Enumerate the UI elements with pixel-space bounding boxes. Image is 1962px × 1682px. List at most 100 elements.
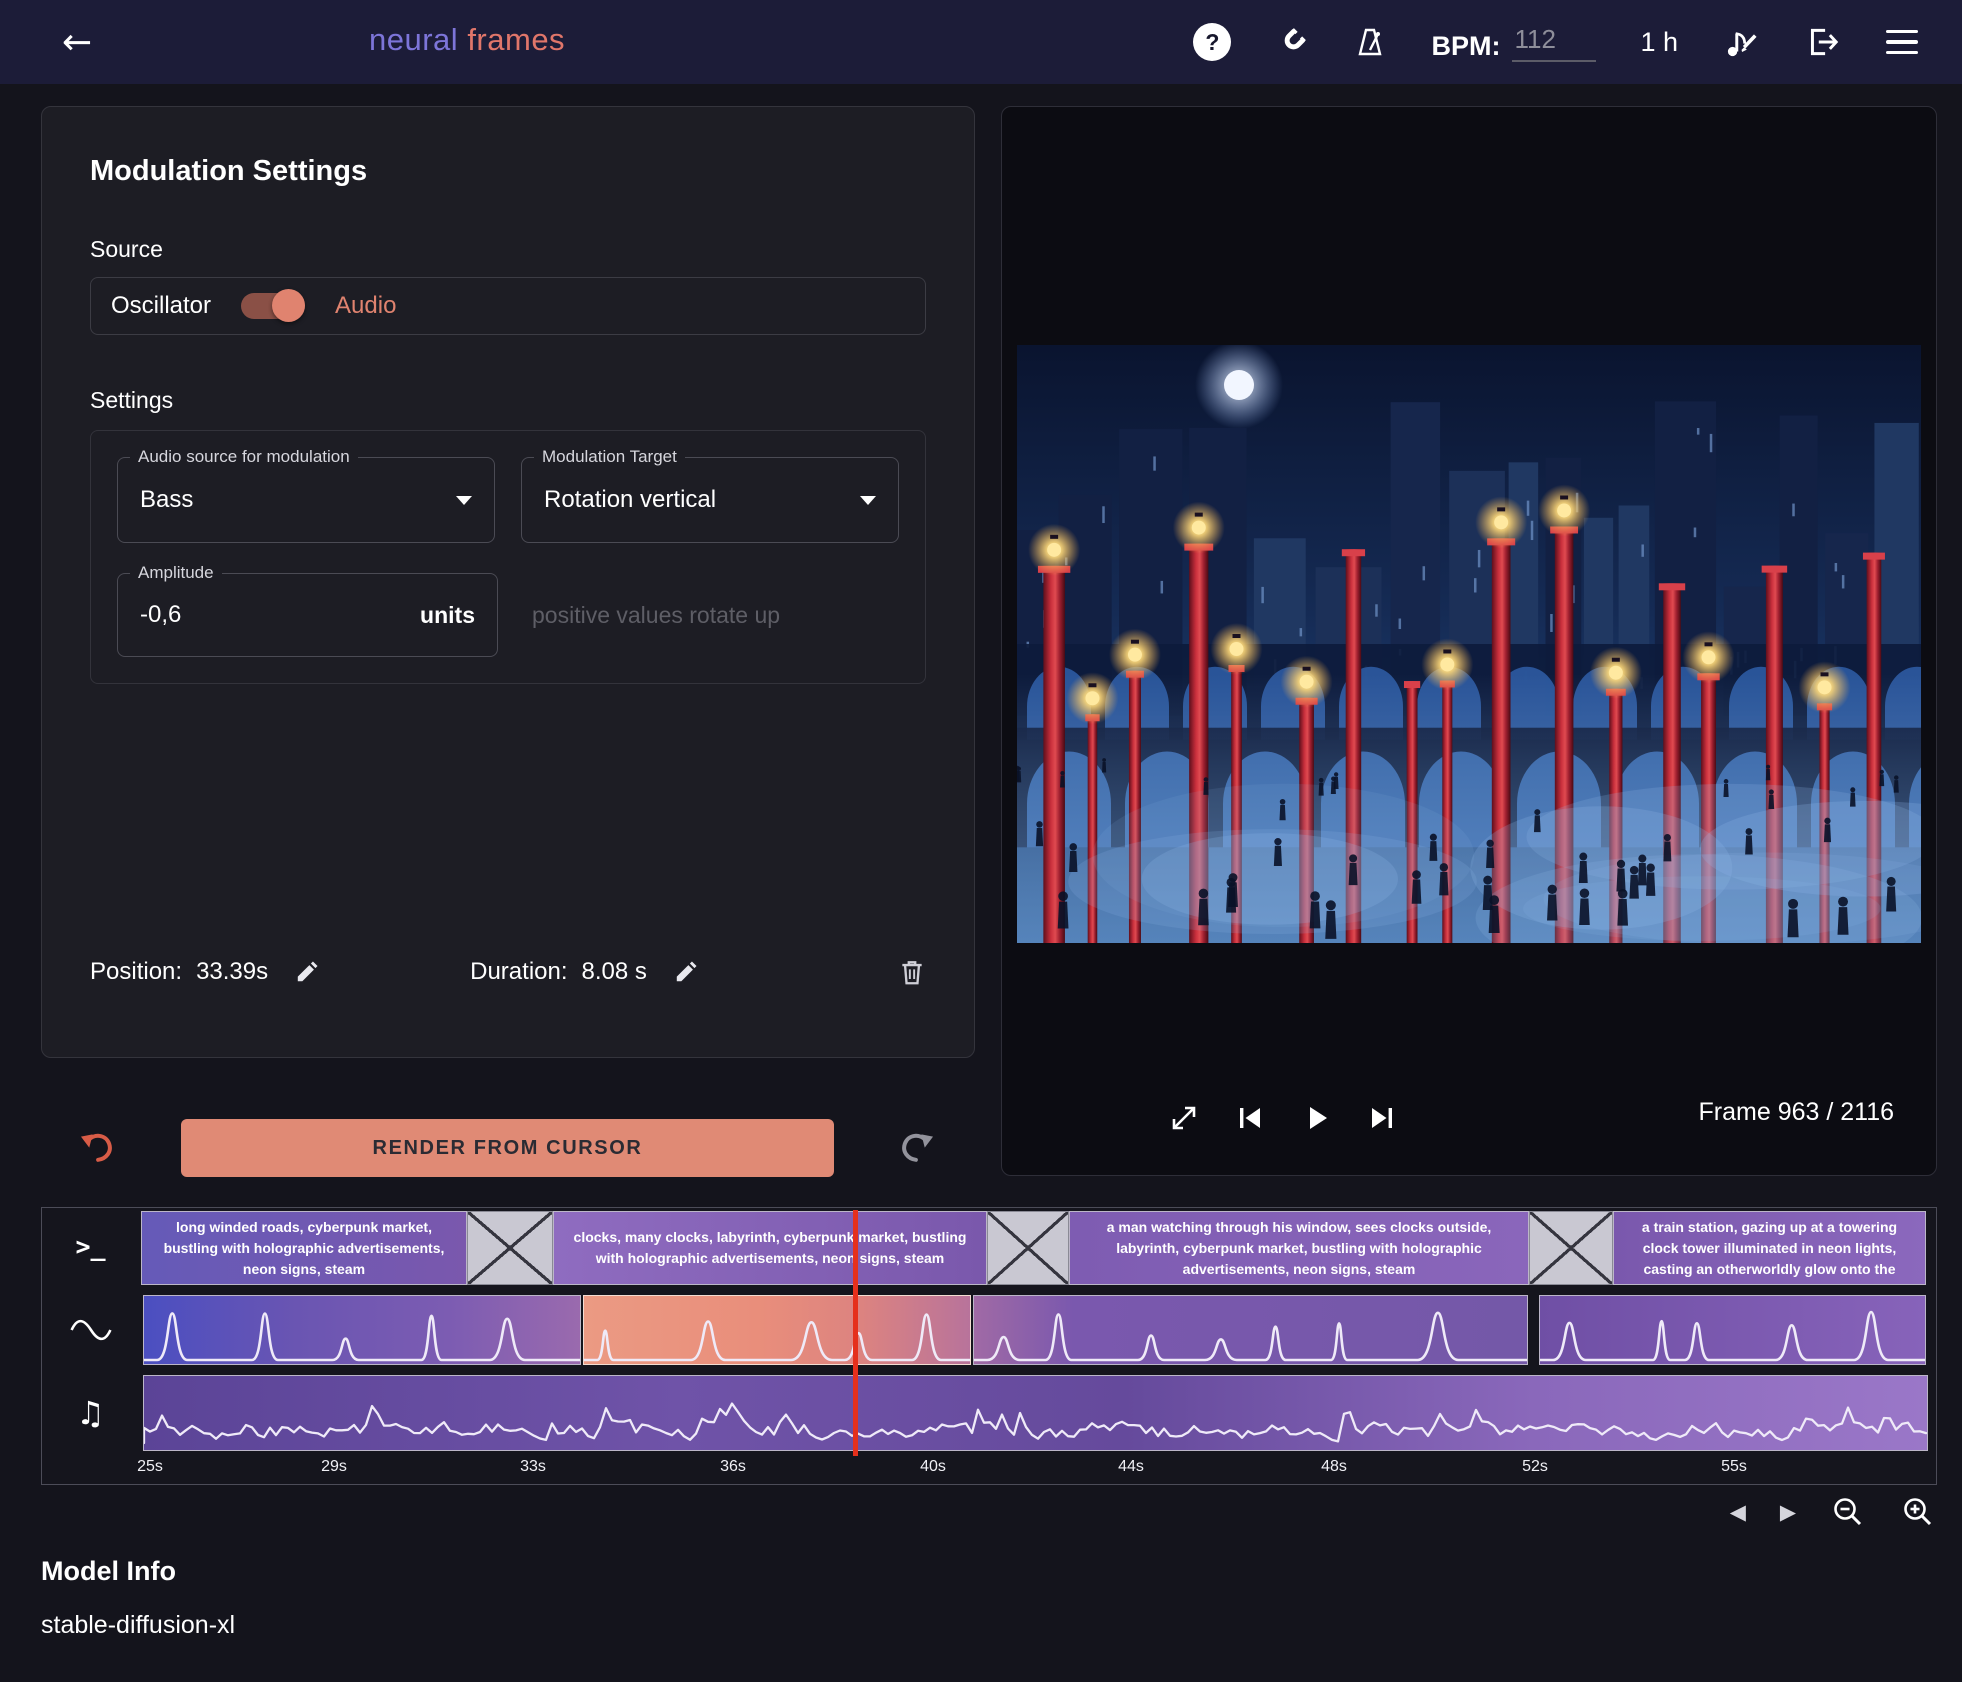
prompt-clip-text: a man watching through his window, sees … (1080, 1217, 1518, 1280)
play-icon[interactable] (1299, 1101, 1333, 1135)
zoom-out-icon[interactable] (1830, 1494, 1866, 1530)
crossfade-clip[interactable] (1529, 1211, 1613, 1285)
undo-icon (76, 1126, 118, 1166)
modulation-target-value: Rotation vertical (544, 486, 716, 514)
amplitude-unit: units (420, 602, 475, 629)
model-name: stable-diffusion-xl (41, 1611, 235, 1640)
modulation-clip[interactable] (1539, 1295, 1926, 1365)
crossfade-clip[interactable] (987, 1211, 1069, 1285)
app-logo: neural frames (369, 22, 565, 58)
prompt-clip[interactable]: clocks, many clocks, labyrinth, cyberpun… (553, 1211, 987, 1285)
amplitude-label: Amplitude (130, 563, 222, 583)
render-time-remaining: 1 h (1640, 27, 1678, 58)
settings-group: Audio source for modulation Bass Modulat… (90, 430, 926, 684)
modulation-target-dropdown[interactable]: Modulation Target Rotation vertical (521, 457, 899, 543)
crossfade-clip[interactable] (467, 1211, 553, 1285)
frame-counter: Frame 963 / 2116 (1699, 1098, 1894, 1127)
video-preview-panel: Frame 963 / 2116 (1001, 106, 1937, 1176)
skip-to-start-icon[interactable] (1233, 1101, 1267, 1135)
edit-soundtrack-icon[interactable] (1722, 23, 1760, 61)
logo-text-neural: neural (369, 22, 458, 57)
modulation-settings-panel: Modulation Settings Source Oscillator Au… (41, 106, 975, 1058)
time-label: 44s (1118, 1458, 1144, 1476)
delete-modulation-button[interactable] (898, 957, 926, 987)
modulation-clip[interactable] (143, 1295, 581, 1365)
time-label: 48s (1321, 1458, 1347, 1476)
time-label: 55s (1721, 1458, 1747, 1476)
scroll-right-button[interactable]: ▶ (1780, 1500, 1796, 1524)
audio-track-icon: ♫ (42, 1394, 139, 1432)
time-label: 52s (1522, 1458, 1548, 1476)
audio-clip[interactable] (143, 1375, 1928, 1451)
time-label: 25s (137, 1458, 163, 1476)
pencil-icon (294, 959, 320, 985)
timeline-nav: ◀ ▶ (1730, 1494, 1936, 1530)
prompt-clip[interactable]: long winded roads, cyberpunk market, bus… (141, 1211, 467, 1285)
amplitude-hint: positive values rotate up (532, 602, 780, 629)
source-label: Source (90, 236, 926, 263)
modulation-track (139, 1295, 1928, 1365)
time-label: 40s (920, 1458, 946, 1476)
chevron-down-icon (860, 496, 876, 505)
duration-label: Duration: (470, 958, 567, 986)
time-label: 29s (321, 1458, 347, 1476)
oscillator-label: Oscillator (111, 292, 211, 320)
time-label: 33s (520, 1458, 546, 1476)
back-button[interactable]: ← (62, 22, 92, 63)
edit-position-button[interactable] (294, 959, 320, 985)
time-label: 36s (720, 1458, 746, 1476)
trash-icon (898, 957, 926, 987)
prompt-clip[interactable]: a man watching through his window, sees … (1069, 1211, 1529, 1285)
metronome-icon[interactable] (1353, 25, 1387, 59)
fullscreen-icon[interactable] (1167, 1101, 1201, 1135)
audio-source-dropdown[interactable]: Audio source for modulation Bass (117, 457, 495, 543)
prompt-track-icon: >_ (42, 1232, 139, 1261)
prompt-clip-text: clocks, many clocks, labyrinth, cyberpun… (564, 1227, 976, 1269)
audio-track (139, 1375, 1928, 1451)
source-toggle[interactable] (241, 293, 305, 319)
settings-label: Settings (90, 387, 926, 414)
playhead-cursor[interactable] (853, 1210, 858, 1456)
undo-button[interactable] (76, 1126, 118, 1166)
toggle-knob (272, 289, 305, 322)
preview-scene (1017, 345, 1921, 943)
modulation-clip-selected[interactable] (583, 1295, 971, 1365)
duration-group: Duration: 8.08 s (470, 958, 699, 986)
amplitude-field[interactable]: Amplitude units (117, 573, 498, 657)
edit-duration-button[interactable] (673, 959, 699, 985)
pencil-icon (673, 959, 699, 985)
modulation-clip[interactable] (973, 1295, 1528, 1365)
app-window: ← neural frames ? BPM: 1 h (0, 0, 1962, 1682)
help-button[interactable]: ? (1193, 23, 1231, 61)
position-value: 33.39s (196, 958, 268, 986)
render-from-cursor-button[interactable]: RENDER FROM CURSOR (181, 1119, 834, 1177)
help-icon: ? (1205, 29, 1219, 56)
clip-meta-row: Position: 33.39s Duration: 8.08 s (90, 957, 926, 987)
redo-icon (896, 1126, 938, 1166)
position-label: Position: (90, 958, 182, 986)
modulation-target-label: Modulation Target (534, 447, 685, 467)
panel-title: Modulation Settings (90, 155, 926, 188)
zoom-in-icon[interactable] (1900, 1494, 1936, 1530)
audio-source-dropdown-label: Audio source for modulation (130, 447, 358, 467)
source-toggle-row: Oscillator Audio (90, 277, 926, 335)
prompt-clip-text: a train station, gazing up at a towering… (1624, 1217, 1915, 1280)
redo-button[interactable] (896, 1126, 938, 1166)
amplitude-input[interactable] (140, 601, 330, 629)
skip-to-end-icon[interactable] (1365, 1101, 1399, 1135)
prompt-clip-text: long winded roads, cyberpunk market, bus… (152, 1217, 456, 1280)
playback-controls (1167, 1101, 1399, 1135)
chevron-down-icon (456, 496, 472, 505)
prompt-clip[interactable]: a train station, gazing up at a towering… (1613, 1211, 1926, 1285)
model-info: Model Info stable-diffusion-xl (41, 1556, 235, 1640)
modulation-track-icon (42, 1316, 139, 1349)
audio-label: Audio (335, 292, 396, 320)
scroll-left-button[interactable]: ◀ (1730, 1500, 1746, 1524)
prompt-track: long winded roads, cyberpunk market, bus… (139, 1211, 1928, 1285)
menu-icon[interactable] (1886, 30, 1918, 55)
logo-text-frames: frames (467, 22, 565, 57)
magnet-icon[interactable] (1275, 25, 1309, 59)
topbar: ← neural frames ? BPM: 1 h (0, 0, 1962, 84)
export-icon[interactable] (1804, 23, 1842, 61)
bpm-input[interactable] (1512, 22, 1596, 62)
